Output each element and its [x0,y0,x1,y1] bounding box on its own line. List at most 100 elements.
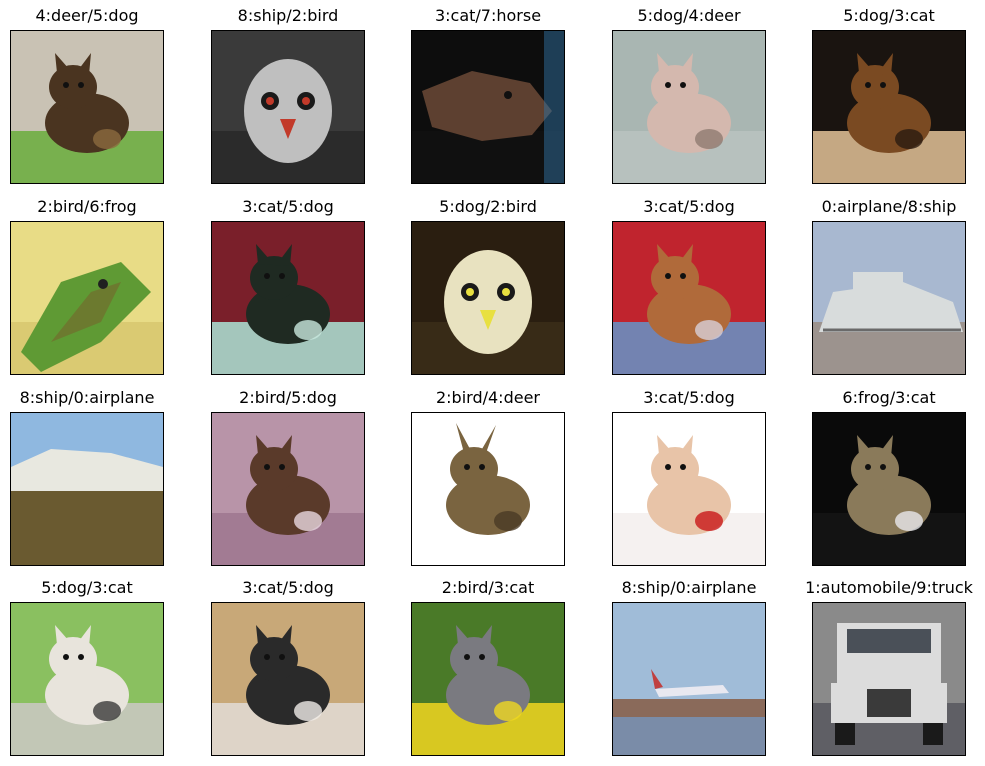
image-dog [813,31,965,183]
animal-eye [665,464,671,470]
animal-detail [294,320,322,340]
image-thumbnail [612,221,766,375]
image-title: 4:deer/5:dog [35,6,139,25]
animal-detail [494,511,522,531]
animal-eye [680,82,686,88]
truck-windshield [847,629,931,653]
image-deer [412,413,564,565]
image-thumbnail [411,602,565,756]
image-thumbnail [411,412,565,566]
image-thumbnail [10,221,164,375]
animal-head [450,447,498,491]
animal-eye [279,273,285,279]
image-title: 5:dog/3:cat [41,578,133,597]
runway [613,717,765,755]
image-thumbnail [10,30,164,184]
animal-eye [63,654,69,660]
image-title: 3:cat/5:dog [242,197,334,216]
horse-bg-detail [544,31,564,183]
animal-detail [294,511,322,531]
animal-detail [695,129,723,149]
image-bird [412,222,564,374]
bird-eye-iris [302,97,310,105]
horizon [613,699,765,717]
animal-eye [865,82,871,88]
horse-eye [504,91,512,99]
animal-eye [880,82,886,88]
animal-eye [479,464,485,470]
sky [613,603,765,699]
image-dog [613,31,765,183]
animal-eye [479,654,485,660]
image-thumbnail [612,602,766,756]
image-thumbnail [211,602,365,756]
bird-eye-iris [502,288,510,296]
ship-cabin [853,272,903,294]
animal-eye [464,464,470,470]
animal-eye [665,273,671,279]
animal-detail [294,701,322,721]
truck-wheel [835,723,855,745]
image-horse [412,31,564,183]
image-dog [613,413,765,565]
image-dog [212,603,364,755]
animal-eye [264,464,270,470]
image-title: 3:cat/5:dog [643,388,735,407]
image-title: 2:bird/4:deer [435,388,540,407]
animal-detail [895,511,923,531]
image-thumbnail [612,30,766,184]
image-title: 8:ship/0:airplane [621,578,757,597]
image-title: 3:cat/5:dog [242,578,334,597]
image-title: 5:dog/2:bird [439,197,537,216]
image-thumbnail [411,221,565,375]
truck-grille [867,689,911,717]
animal-eye [63,82,69,88]
image-title: 3:cat/5:dog [643,197,735,216]
image-thumbnail [211,412,365,566]
animal-eye [78,82,84,88]
image-title: 3:cat/7:horse [434,6,542,25]
image-title: 2:bird/6:frog [37,197,137,216]
animal-eye [880,464,886,470]
animal-detail [695,320,723,340]
image-title: 2:bird/5:dog [239,388,337,407]
bird-eye-iris [466,288,474,296]
animal-detail [895,129,923,149]
animal-eye [264,654,270,660]
field [11,491,163,565]
animal-eye [865,464,871,470]
image-thumbnail [211,30,365,184]
frog-eye [98,279,108,289]
image-cat [412,603,564,755]
image-thumbnail [812,221,966,375]
image-ship [813,222,965,374]
animal-eye [665,82,671,88]
image-thumbnail [812,602,966,756]
image-title: 8:ship/2:bird [237,6,339,25]
image-title: 6:frog/3:cat [842,388,936,407]
image-title: 2:bird/3:cat [441,578,535,597]
truck-wheel [923,723,943,745]
animal-eye [680,273,686,279]
image-dog [613,222,765,374]
image-thumbnail [211,221,365,375]
image-cat [11,603,163,755]
bird-eye-iris [266,97,274,105]
image-title: 5:dog/4:deer [637,6,741,25]
animal-eye [464,654,470,660]
image-dog [212,413,364,565]
animal-eye [78,654,84,660]
animal-eye [279,654,285,660]
image-bird [212,31,364,183]
bird-body [244,59,332,163]
image-thumbnail [411,30,565,184]
image-title: 5:dog/3:cat [843,6,935,25]
image-thumbnail [812,30,966,184]
image-title: 8:ship/0:airplane [19,388,155,407]
animal-eye [279,464,285,470]
animal-detail [93,701,121,721]
image-thumbnail [10,602,164,756]
image-title: 1:automobile/9:truck [805,578,973,597]
image-dog [212,222,364,374]
image-dog [11,31,163,183]
